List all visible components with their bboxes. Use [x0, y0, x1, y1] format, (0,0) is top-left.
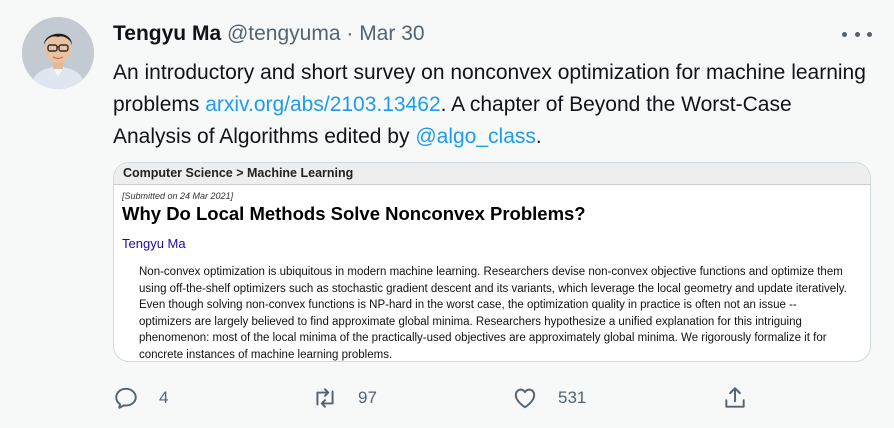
avatar[interactable] — [22, 17, 94, 89]
card-submitted-date: [Submitted on 24 Mar 2021] — [122, 191, 234, 201]
share-icon — [725, 387, 745, 408]
tweet-date[interactable]: Mar 30 — [359, 22, 424, 45]
like-count: 531 — [558, 388, 587, 407]
link-preview-card[interactable]: Computer Science > Machine Learning [Sub… — [113, 162, 871, 362]
more-icon[interactable] — [842, 24, 872, 44]
mention-link[interactable]: @algo_class — [415, 125, 536, 148]
card-breadcrumb: Computer Science > Machine Learning — [114, 163, 870, 185]
card-abstract: Non-convex optimization is ubiquitous in… — [139, 266, 847, 361]
like-icon — [514, 388, 536, 409]
avatar-photo — [22, 17, 94, 89]
arxiv-link[interactable]: arxiv.org/abs/2103.13462 — [205, 93, 440, 116]
reply-icon — [115, 387, 137, 409]
tweet-actions: 4 97 531 — [0, 378, 894, 418]
retweet-count: 97 — [358, 388, 377, 407]
like-button[interactable]: 531 — [512, 378, 586, 418]
author-name[interactable]: Tengyu Ma — [113, 22, 221, 45]
tweet-text-part: . — [535, 125, 542, 148]
retweet-icon — [316, 388, 334, 408]
tweet-text: An introductory and short survey on nonc… — [113, 57, 873, 153]
card-paper-title: Why Do Local Methods Solve Nonconvex Pro… — [122, 203, 586, 224]
tweet-header: Tengyu Ma @tengyuma · Mar 30 — [113, 20, 425, 48]
card-paper-author: Tengyu Ma — [122, 236, 186, 251]
reply-count: 4 — [159, 388, 169, 407]
share-button[interactable] — [722, 378, 768, 418]
header-separator: · — [340, 22, 360, 45]
author-handle[interactable]: @tengyuma — [227, 22, 341, 45]
retweet-button[interactable]: 97 — [312, 378, 377, 418]
reply-button[interactable]: 4 — [113, 378, 168, 418]
